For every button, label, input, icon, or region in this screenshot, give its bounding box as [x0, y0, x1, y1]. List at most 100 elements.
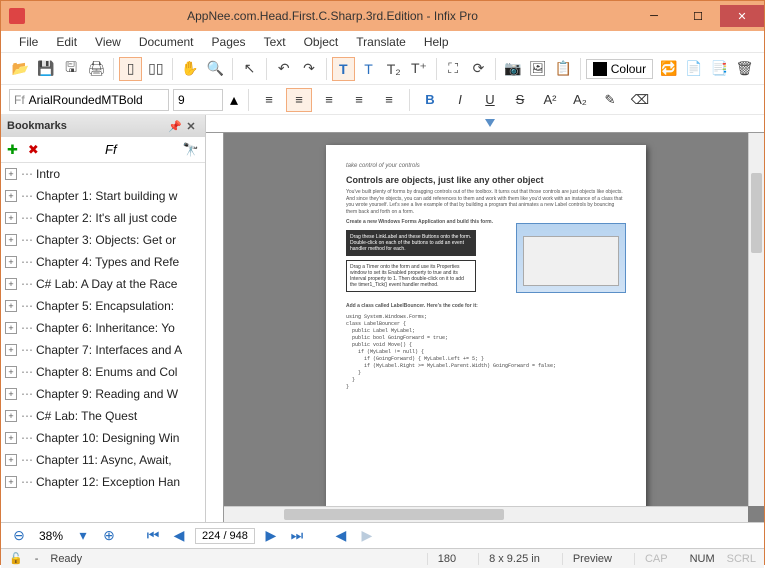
bookmark-item[interactable]: +⋯Chapter 8: Enums and Col — [1, 361, 205, 383]
font-size-select[interactable]: 9 — [173, 89, 223, 111]
expand-icon[interactable]: + — [5, 454, 17, 466]
menu-edit[interactable]: Edit — [48, 33, 85, 51]
vertical-scrollbar[interactable] — [748, 133, 764, 506]
align-justify-icon[interactable]: ≡ — [346, 88, 372, 112]
bookmark-item[interactable]: +⋯Chapter 5: Encapsulation: — [1, 295, 205, 317]
strikethrough-icon[interactable]: S — [507, 88, 533, 112]
expand-icon[interactable]: + — [5, 410, 17, 422]
align-right-icon[interactable]: ≡ — [316, 88, 342, 112]
colour-picker[interactable]: Colour — [586, 59, 653, 79]
document-canvas[interactable]: take control of your controls Controls a… — [206, 115, 764, 522]
zoom-out-icon[interactable]: ⊖ — [9, 526, 29, 546]
underline-icon[interactable]: U — [477, 88, 503, 112]
close-panel-icon[interactable]: ✕ — [183, 120, 199, 133]
font-family-select[interactable]: FfArialRoundedMTBold — [9, 89, 169, 111]
expand-icon[interactable]: + — [5, 476, 17, 488]
bookmark-item[interactable]: +⋯Chapter 4: Types and Refe — [1, 251, 205, 273]
clear-format-icon[interactable]: ⌫ — [627, 88, 653, 112]
zoom-dropdown-icon[interactable]: ▾ — [73, 526, 93, 546]
subscript-icon[interactable]: A₂ — [567, 88, 593, 112]
open-icon[interactable]: 📂 — [9, 57, 32, 81]
extract-page-icon[interactable]: 📑 — [708, 57, 731, 81]
menu-view[interactable]: View — [87, 33, 129, 51]
link-text-icon[interactable]: T⁺ — [407, 57, 430, 81]
expand-icon[interactable]: + — [5, 388, 17, 400]
menu-file[interactable]: File — [11, 33, 46, 51]
facing-pages-icon[interactable]: ▯▯ — [144, 57, 167, 81]
highlight-icon[interactable]: ✎ — [597, 88, 623, 112]
bookmark-item[interactable]: +⋯Chapter 2: It's all just code — [1, 207, 205, 229]
save-as-icon[interactable]: 🖫 — [60, 57, 83, 81]
font-tool-icon[interactable]: Ff — [105, 142, 117, 157]
status-mode[interactable]: Preview — [562, 553, 622, 565]
bold-icon[interactable]: B — [417, 88, 443, 112]
horizontal-scrollbar[interactable] — [224, 506, 748, 522]
crop-tool-icon[interactable]: ⛶ — [442, 57, 465, 81]
expand-icon[interactable]: + — [5, 234, 17, 246]
history-forward-icon[interactable]: ▶ — [357, 526, 377, 546]
expand-icon[interactable]: + — [5, 190, 17, 202]
next-page-icon[interactable]: ▶ — [261, 526, 281, 546]
bookmark-item[interactable]: +⋯Chapter 11: Async, Await, — [1, 449, 205, 471]
document-page[interactable]: take control of your controls Controls a… — [326, 145, 646, 522]
clipboard-icon[interactable]: 📋 — [552, 57, 575, 81]
expand-icon[interactable]: + — [5, 322, 17, 334]
bookmark-item[interactable]: +⋯Chapter 6: Inheritance: Yo — [1, 317, 205, 339]
hand-tool-icon[interactable]: ✋ — [178, 57, 201, 81]
delete-bookmark-icon[interactable]: ✖ — [28, 142, 39, 158]
arrow-tool-icon[interactable]: ↖ — [238, 57, 261, 81]
horizontal-ruler[interactable] — [206, 115, 764, 133]
vertical-text-icon[interactable]: T₂ — [382, 57, 405, 81]
scrollbar-thumb[interactable] — [751, 173, 762, 253]
expand-icon[interactable]: + — [5, 300, 17, 312]
expand-icon[interactable]: + — [5, 344, 17, 356]
add-bookmark-icon[interactable]: ✚ — [7, 142, 18, 158]
redo-icon[interactable]: ↷ — [297, 57, 320, 81]
align-center-icon[interactable]: ≡ — [286, 88, 312, 112]
vertical-ruler[interactable] — [206, 133, 224, 522]
align-justify-all-icon[interactable]: ≡ — [376, 88, 402, 112]
bookmark-item[interactable]: +⋯C# Lab: The Quest — [1, 405, 205, 427]
bookmark-item[interactable]: +⋯Chapter 1: Start building w — [1, 185, 205, 207]
font-size-spinner[interactable]: ▴ — [227, 90, 241, 110]
lock-icon[interactable]: 🔓 — [9, 552, 23, 565]
bookmark-item[interactable]: +⋯Chapter 3: Objects: Get or — [1, 229, 205, 251]
menu-document[interactable]: Document — [131, 33, 202, 51]
menu-text[interactable]: Text — [256, 33, 294, 51]
camera-icon[interactable]: 📷 — [501, 57, 524, 81]
rotate-icon[interactable]: ⟳ — [467, 57, 490, 81]
zoom-tool-icon[interactable]: 🔍 — [204, 57, 227, 81]
menu-translate[interactable]: Translate — [348, 33, 414, 51]
menu-object[interactable]: Object — [296, 33, 347, 51]
history-back-icon[interactable]: ◀ — [331, 526, 351, 546]
first-page-icon[interactable]: ⏮ — [143, 526, 163, 546]
binoculars-icon[interactable]: 🔭 — [183, 142, 199, 158]
expand-icon[interactable]: + — [5, 278, 17, 290]
page-indicator[interactable]: 224 / 948 — [195, 528, 255, 544]
align-left-icon[interactable]: ≡ — [256, 88, 282, 112]
menu-pages[interactable]: Pages — [204, 33, 254, 51]
expand-icon[interactable]: + — [5, 256, 17, 268]
add-page-icon[interactable]: 📄 — [682, 57, 705, 81]
text-plus-icon[interactable]: T — [357, 57, 380, 81]
expand-icon[interactable]: + — [5, 366, 17, 378]
bookmark-item[interactable]: +⋯Chapter 7: Interfaces and A — [1, 339, 205, 361]
bookmark-item[interactable]: +⋯Intro — [1, 163, 205, 185]
find-replace-icon[interactable]: 🔁 — [657, 57, 680, 81]
superscript-icon[interactable]: A² — [537, 88, 563, 112]
pin-icon[interactable]: 📌 — [167, 120, 183, 133]
zoom-level[interactable]: 38% — [35, 529, 67, 543]
expand-icon[interactable]: + — [5, 212, 17, 224]
menu-help[interactable]: Help — [416, 33, 457, 51]
maximize-button[interactable]: ☐ — [676, 5, 720, 27]
save-icon[interactable]: 💾 — [34, 57, 57, 81]
text-tool-icon[interactable]: T — [332, 57, 355, 81]
expand-icon[interactable]: + — [5, 432, 17, 444]
undo-icon[interactable]: ↶ — [272, 57, 295, 81]
close-button[interactable]: ✕ — [720, 5, 764, 27]
expand-icon[interactable]: + — [5, 168, 17, 180]
italic-icon[interactable]: I — [447, 88, 473, 112]
image-icon[interactable]: 🖼 — [526, 57, 549, 81]
print-icon[interactable]: 🖨 — [85, 57, 108, 81]
single-page-icon[interactable]: ▯ — [119, 57, 142, 81]
